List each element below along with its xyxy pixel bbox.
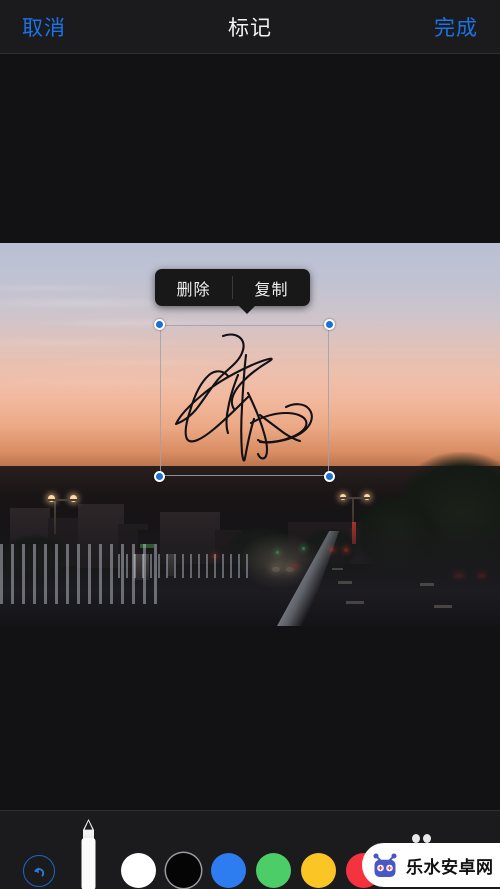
robot-logo-icon: [373, 853, 397, 877]
color-swatch-blue[interactable]: [211, 853, 246, 888]
color-swatch-green[interactable]: [256, 853, 291, 888]
pen-tool-button[interactable]: [75, 817, 102, 889]
undo-arrow-icon: [34, 867, 45, 877]
watermark-robot-ears: [412, 834, 432, 843]
context-menu-item-copy[interactable]: 复制: [233, 269, 310, 306]
color-swatch-black[interactable]: [166, 853, 201, 888]
cityscape-layer: [0, 452, 500, 626]
page-title: 标记: [228, 16, 272, 40]
site-watermark: 乐水安卓网: [362, 843, 500, 887]
canvas-stage[interactable]: 删除 复制: [0, 54, 500, 810]
color-swatch-yellow[interactable]: [301, 853, 336, 888]
marker-pen-icon: [81, 819, 96, 889]
context-menu: 删除 复制: [155, 269, 310, 314]
undo-button[interactable]: [23, 855, 55, 887]
context-menu-item-delete[interactable]: 删除: [155, 269, 232, 306]
color-swatch-white[interactable]: [121, 853, 156, 888]
cancel-button[interactable]: 取消: [22, 12, 66, 42]
done-button[interactable]: 完成: [434, 12, 478, 42]
context-menu-arrow: [238, 305, 256, 314]
markup-editor-screen: 取消 标记 完成 删除 复制 乐水安卓网: [0, 0, 500, 889]
markup-tool-bar: 乐水安卓网: [0, 810, 500, 889]
top-navigation-bar: 取消 标记 完成: [0, 0, 500, 54]
watermark-text: 乐水安卓网: [406, 857, 494, 877]
